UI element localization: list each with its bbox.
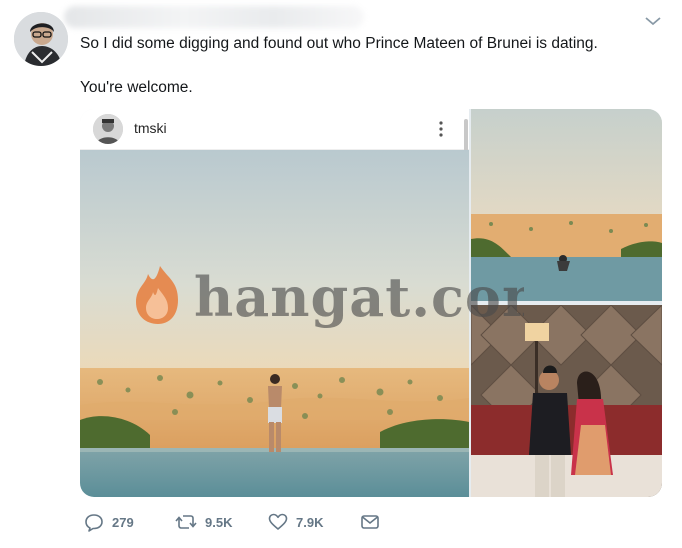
reply-count: 279	[112, 514, 134, 530]
flame-icon	[136, 266, 178, 324]
tweet-actions: 279 9.5K 7.9K	[80, 508, 480, 538]
instagram-username[interactable]: tmski	[134, 120, 167, 136]
author-avatar[interactable]	[14, 12, 68, 66]
like-button[interactable]: 7.9K	[268, 508, 323, 536]
watermark: hangat.com	[134, 258, 559, 338]
instagram-header: tmski	[80, 109, 469, 150]
direct-message-button[interactable]	[360, 508, 380, 536]
author-name-redacted	[64, 6, 364, 28]
retweet-count: 9.5K	[205, 514, 233, 530]
heart-icon	[268, 512, 288, 532]
instagram-avatar	[93, 114, 123, 144]
like-count: 7.9K	[296, 514, 324, 530]
reply-icon	[84, 512, 104, 532]
reply-button[interactable]: 279	[84, 508, 134, 536]
tweet-text-line-1: So I did some digging and found out who …	[80, 35, 598, 52]
envelope-icon	[360, 512, 380, 532]
retweet-button[interactable]: 9.5K	[175, 508, 232, 536]
retweet-icon	[175, 512, 197, 532]
chevron-down-icon[interactable]	[644, 14, 662, 26]
watermark-text: hangat.com	[194, 265, 524, 329]
tweet-text: So I did some digging and found out who …	[80, 33, 660, 99]
tweet-text-line-2: You're welcome.	[80, 79, 193, 96]
more-vertical-icon[interactable]	[438, 118, 444, 140]
